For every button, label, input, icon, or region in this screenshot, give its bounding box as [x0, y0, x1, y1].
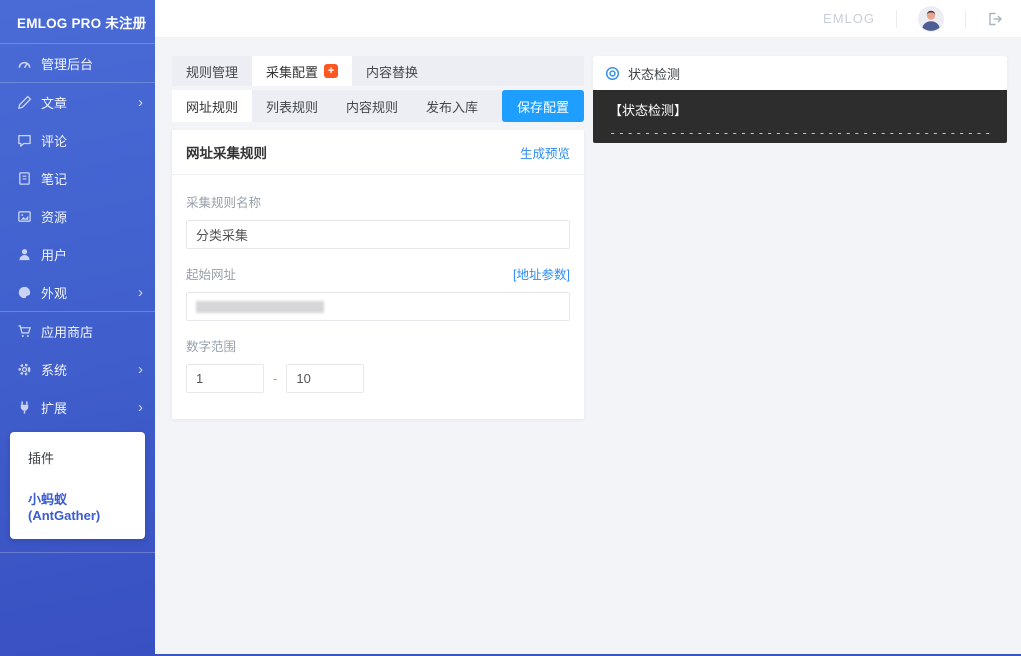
sidebar-item-extensions[interactable]: 扩展 › — [0, 388, 155, 426]
notebook-icon — [17, 171, 32, 186]
content-area: 规则管理 采集配置 + 内容替换 网址规则 列表规则 内容规则 发布入库 — [155, 38, 1021, 656]
sidebar-item-dashboard[interactable]: 管理后台 — [0, 44, 155, 82]
rule-name-label: 采集规则名称 — [186, 192, 570, 211]
number-range-row: - — [186, 364, 570, 393]
start-url-label: 起始网址 — [186, 264, 236, 283]
avatar[interactable] — [918, 6, 944, 32]
sidebar-item-label: 管理后台 — [41, 54, 143, 73]
form-title: 网址采集规则 — [186, 142, 267, 162]
gather-config-section: 规则管理 采集配置 + 内容替换 网址规则 列表规则 内容规则 发布入库 — [172, 56, 584, 419]
sidebar-item-resources[interactable]: 资源 — [0, 197, 155, 235]
sidebar-item-label: 笔记 — [41, 169, 143, 188]
tab-label: 发布入库 — [426, 97, 478, 116]
sidebar: EMLOG PRO 未注册 管理后台 文章 › 评论 笔记 资源 用户 外观 ›… — [0, 0, 155, 656]
tab-label: 规则管理 — [186, 62, 238, 81]
status-check-header: 状态检测 — [593, 56, 1007, 90]
secondary-tab-bar: 网址规则 列表规则 内容规则 发布入库 保存配置 — [172, 90, 584, 122]
sidebar-item-appearance[interactable]: 外观 › — [0, 273, 155, 311]
logout-icon[interactable] — [987, 11, 1003, 27]
app-title: EMLOG PRO 未注册 — [0, 0, 155, 43]
range-from-input[interactable] — [186, 364, 264, 393]
generate-preview-link[interactable]: 生成预览 — [520, 143, 570, 162]
dashboard-icon — [17, 56, 32, 71]
site-home-link[interactable]: EMLOG — [823, 11, 875, 26]
status-check-section: 状态检测 【状态检测】 ----------------------------… — [593, 56, 1007, 143]
sidebar-item-comments[interactable]: 评论 — [0, 121, 155, 159]
sidebar-item-label: 用户 — [41, 245, 143, 264]
sidebar-item-label: 应用商店 — [41, 322, 143, 341]
chevron-right-icon: › — [138, 400, 143, 415]
chevron-right-icon: › — [138, 285, 143, 300]
tab-label: 内容替换 — [366, 62, 418, 81]
tab-content-rules[interactable]: 内容规则 — [332, 90, 412, 122]
comment-icon — [17, 133, 32, 148]
target-icon — [605, 66, 620, 81]
tab-label: 列表规则 — [266, 97, 318, 116]
redacted-url-value — [196, 301, 324, 313]
submenu-item-plugins[interactable]: 插件 — [10, 437, 145, 478]
user-icon — [17, 247, 32, 262]
tab-label: 内容规则 — [346, 97, 398, 116]
start-url-input[interactable] — [186, 292, 570, 321]
status-check-title: 状态检测 — [628, 64, 680, 83]
tab-label: 网址规则 — [186, 97, 238, 116]
sidebar-item-label: 扩展 — [41, 398, 138, 417]
divider — [896, 10, 897, 28]
new-badge: + — [324, 64, 338, 78]
palette-icon — [17, 285, 32, 300]
divider — [0, 552, 155, 553]
sidebar-item-label: 外观 — [41, 283, 138, 302]
url-params-link[interactable]: [地址参数] — [513, 264, 570, 283]
tab-publish-store[interactable]: 发布入库 — [412, 90, 492, 122]
sidebar-item-system[interactable]: 系统 › — [0, 350, 155, 388]
chevron-right-icon: › — [138, 95, 143, 110]
range-separator: - — [273, 371, 277, 386]
rule-name-input[interactable] — [186, 220, 570, 249]
divider — [965, 10, 966, 28]
console-separator: ----------------------------------------… — [609, 126, 991, 140]
plug-icon — [17, 400, 32, 415]
save-config-button[interactable]: 保存配置 — [502, 90, 584, 122]
tab-rule-management[interactable]: 规则管理 — [172, 56, 252, 86]
extensions-submenu: 插件 小蚂蚁(AntGather) — [10, 432, 145, 539]
sidebar-item-app-store[interactable]: 应用商店 — [0, 312, 155, 350]
sidebar-item-label: 评论 — [41, 131, 143, 150]
pencil-icon — [17, 95, 32, 110]
url-rule-form-card: 网址采集规则 生成预览 采集规则名称 起始网址 [地址参数] 数字范围 - — [172, 130, 584, 419]
submenu-item-antgather[interactable]: 小蚂蚁(AntGather) — [10, 478, 145, 534]
form-header: 网址采集规则 生成预览 — [172, 130, 584, 175]
tab-url-rules[interactable]: 网址规则 — [172, 90, 252, 122]
primary-tab-bar: 规则管理 采集配置 + 内容替换 — [172, 56, 584, 86]
sidebar-item-notes[interactable]: 笔记 — [0, 159, 155, 197]
topbar: EMLOG — [155, 0, 1021, 38]
start-url-label-row: 起始网址 [地址参数] — [186, 264, 570, 283]
status-console: 【状态检测】 ---------------------------------… — [593, 90, 1007, 143]
sidebar-item-users[interactable]: 用户 — [0, 235, 155, 273]
sidebar-item-label: 文章 — [41, 93, 138, 112]
chevron-right-icon: › — [138, 362, 143, 377]
tab-label: 采集配置 — [266, 62, 318, 81]
sidebar-item-label: 资源 — [41, 207, 143, 226]
range-to-input[interactable] — [286, 364, 364, 393]
sidebar-item-articles[interactable]: 文章 › — [0, 83, 155, 121]
sidebar-item-label: 系统 — [41, 360, 138, 379]
image-icon — [17, 209, 32, 224]
tab-list-rules[interactable]: 列表规则 — [252, 90, 332, 122]
gear-icon — [17, 362, 32, 377]
tab-gather-config[interactable]: 采集配置 + — [252, 56, 352, 86]
console-title: 【状态检测】 — [609, 100, 991, 119]
cart-icon — [17, 324, 32, 339]
form-body: 采集规则名称 起始网址 [地址参数] 数字范围 - — [172, 175, 584, 419]
number-range-label: 数字范围 — [186, 336, 570, 355]
tab-content-replace[interactable]: 内容替换 — [352, 56, 432, 86]
